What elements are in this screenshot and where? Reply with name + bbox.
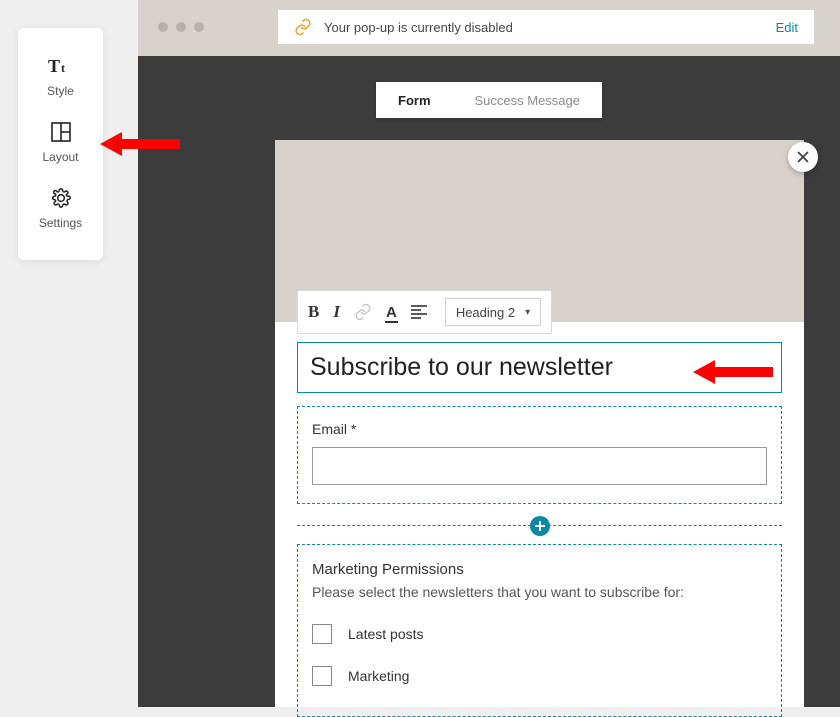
permissions-block[interactable]: Marketing Permissions Please select the … (297, 544, 782, 717)
popup-heading: Subscribe to our newsletter (310, 353, 769, 382)
bold-button[interactable]: B (308, 302, 319, 322)
checkbox-row[interactable]: Latest posts (312, 624, 767, 644)
heading-select[interactable]: Heading 2 ▾ (445, 298, 541, 326)
permissions-desc: Please select the newsletters that you w… (312, 582, 767, 602)
side-item-settings[interactable]: Settings (18, 176, 103, 242)
side-label: Style (47, 84, 74, 98)
checkbox-label: Latest posts (348, 626, 424, 642)
permissions-title: Marketing Permissions (312, 561, 767, 578)
layout-icon (51, 122, 71, 142)
checkbox[interactable] (312, 666, 332, 686)
plus-icon (535, 521, 545, 531)
status-bar: Your pop-up is currently disabled Edit (278, 10, 814, 44)
chain-link-icon (354, 303, 372, 321)
svg-text:T: T (48, 56, 60, 76)
email-field-block[interactable]: Email * (297, 406, 782, 504)
link-icon (294, 18, 312, 36)
side-label: Layout (42, 150, 78, 164)
view-tabs: Form Success Message (376, 82, 602, 118)
insert-divider (297, 516, 782, 536)
link-button[interactable] (354, 303, 372, 321)
align-button[interactable] (411, 305, 427, 319)
popup-body: B I A (275, 322, 804, 707)
italic-button[interactable]: I (333, 302, 340, 322)
dark-stage: Form Success Message B I (138, 56, 840, 707)
heading-block[interactable]: Subscribe to our newsletter (297, 342, 782, 393)
tab-form[interactable]: Form (376, 82, 453, 118)
status-text: Your pop-up is currently disabled (324, 20, 513, 35)
popup-preview: B I A (275, 140, 804, 707)
text-color-button[interactable]: A (386, 304, 397, 321)
checkbox[interactable] (312, 624, 332, 644)
checkbox-row[interactable]: Marketing (312, 666, 767, 686)
text-icon: T t (48, 56, 74, 76)
email-label: Email * (312, 421, 767, 437)
side-item-layout[interactable]: Layout (18, 110, 103, 176)
heading-select-label: Heading 2 (456, 305, 515, 320)
email-input[interactable] (312, 447, 767, 485)
window-traffic-lights (158, 22, 204, 32)
gear-icon (51, 188, 71, 208)
text-color-icon: A (386, 304, 397, 321)
close-button[interactable] (788, 142, 818, 172)
checkbox-label: Marketing (348, 668, 409, 684)
side-panel: T t Style Layout Settings (18, 28, 103, 260)
align-left-icon (411, 305, 427, 319)
side-item-style[interactable]: T t Style (18, 44, 103, 110)
text-toolbar: B I A (297, 290, 552, 334)
tab-success-message[interactable]: Success Message (453, 82, 603, 118)
preview-canvas: Your pop-up is currently disabled Edit F… (138, 0, 840, 707)
edit-link[interactable]: Edit (776, 20, 798, 35)
add-block-button[interactable] (530, 516, 550, 536)
chevron-down-icon: ▾ (525, 307, 530, 318)
close-icon (797, 151, 809, 163)
side-label: Settings (39, 216, 82, 230)
svg-text:t: t (61, 61, 65, 75)
